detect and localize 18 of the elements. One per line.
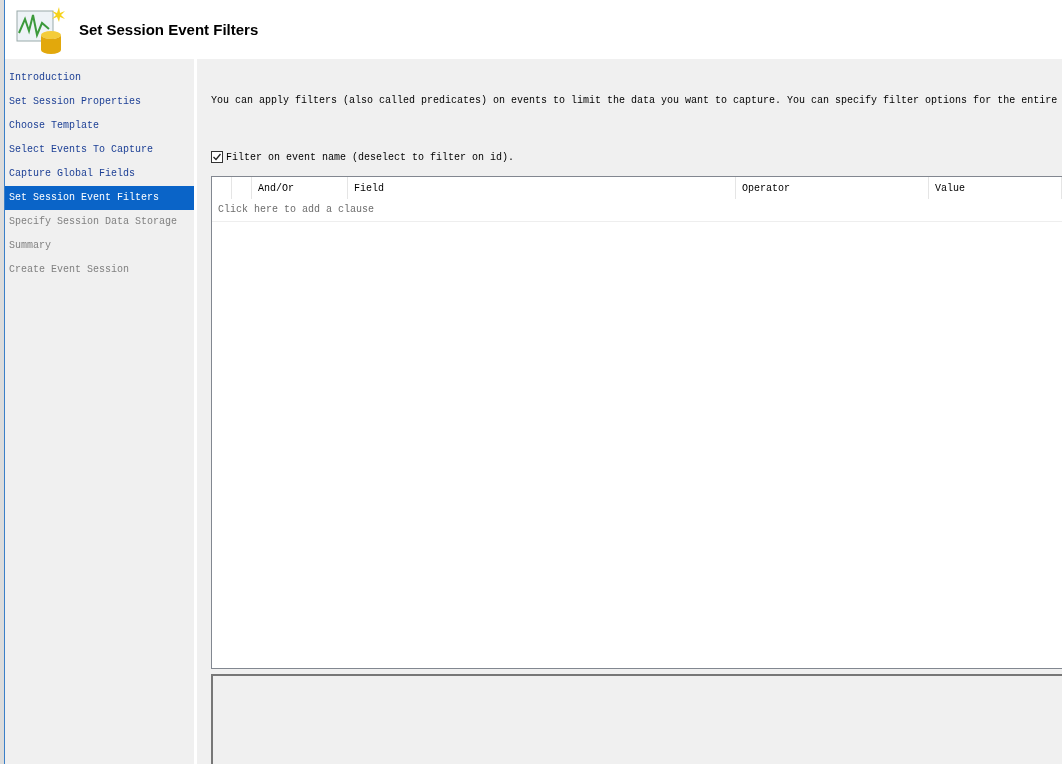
checkbox[interactable] (211, 151, 223, 163)
wizard-step[interactable]: Summary (5, 234, 194, 258)
description-text: You can apply filters (also called predicates) on events to limit the data you want to capture. You can specify filter options for the entire (211, 95, 1059, 108)
wizard-step[interactable]: Specify Session Data Storage (5, 210, 194, 234)
wizard-step[interactable]: Capture Global Fields (5, 162, 194, 186)
wizard-step[interactable]: Choose Template (5, 114, 194, 138)
wizard-step[interactable]: Set Session Properties (5, 90, 194, 114)
checkbox-label[interactable]: Filter on event name (deselect to filter on id). (226, 151, 515, 163)
wizard-step[interactable]: Set Session Event Filters (5, 186, 194, 210)
wizard-step[interactable]: Create Event Session (5, 258, 194, 282)
column-header[interactable]: Field (348, 177, 736, 199)
wizard-step[interactable]: Introduction (5, 66, 194, 90)
column-header[interactable]: Operator (736, 177, 929, 199)
page-title: Set Session Event Filters (79, 21, 259, 38)
add-clause-row[interactable]: Click here to add a clause (212, 199, 1062, 222)
column-header[interactable]: Value (929, 177, 1062, 199)
column-header[interactable]: And/Or (252, 177, 348, 199)
wizard-step[interactable]: Select Events To Capture (5, 138, 194, 162)
